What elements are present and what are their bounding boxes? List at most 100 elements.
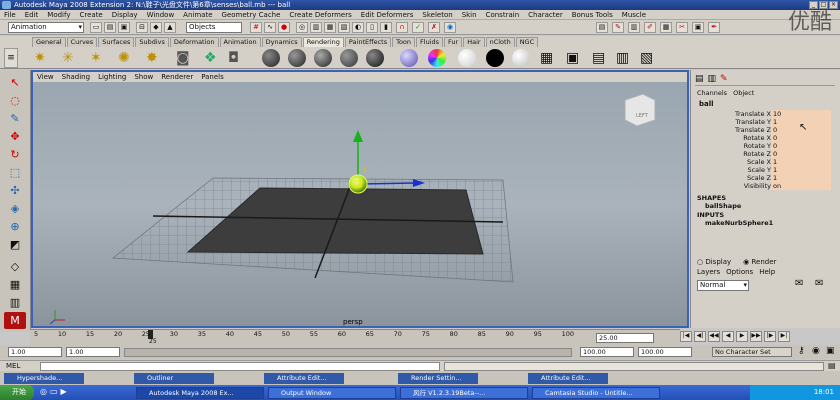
- attr-row-translate-y[interactable]: Translate Y1: [699, 118, 833, 126]
- menu-display[interactable]: Display: [112, 10, 138, 20]
- layer-blend-select[interactable]: Normal ▾: [697, 280, 749, 291]
- attr-value[interactable]: 1: [771, 174, 831, 182]
- anisotropic-shader-icon[interactable]: [366, 49, 384, 67]
- taskbar-camtasia[interactable]: Camtasia Studio - Untitle...: [532, 387, 660, 399]
- menu-character[interactable]: Character: [528, 10, 563, 20]
- layered-shader-icon[interactable]: [400, 49, 418, 67]
- play-backwards-button[interactable]: ◀: [722, 331, 734, 342]
- menu-create[interactable]: Create: [79, 10, 102, 20]
- selection-mask-field[interactable]: Objects: [186, 22, 242, 33]
- menu-skin[interactable]: Skin: [462, 10, 477, 20]
- camera-icon[interactable]: ◙: [176, 50, 190, 66]
- menu-animate[interactable]: Animate: [183, 10, 212, 20]
- minimized-attribute-editor-2[interactable]: Attribute Edit...: [528, 373, 608, 384]
- blinn-shader-icon[interactable]: [288, 49, 306, 67]
- menu-create-deformers[interactable]: Create Deformers: [289, 10, 351, 20]
- ball-sphere[interactable]: [348, 174, 368, 194]
- hypershade-icon[interactable]: ◐: [352, 22, 364, 33]
- render-globals-icon[interactable]: ▧: [640, 50, 653, 66]
- tab-general[interactable]: General: [32, 36, 66, 47]
- last-tool-icon[interactable]: ◩: [4, 236, 26, 253]
- help-menu[interactable]: Help: [759, 268, 775, 276]
- outliner-toggle-icon[interactable]: ▦: [660, 22, 672, 33]
- show-manipulator-icon[interactable]: ⊕: [4, 218, 26, 235]
- shelf-menu-icon[interactable]: ≡: [4, 48, 18, 68]
- attr-row-translate-z[interactable]: Translate Z0: [699, 126, 833, 134]
- tab-surfaces[interactable]: Surfaces: [98, 36, 135, 47]
- menu-constrain[interactable]: Constrain: [486, 10, 520, 20]
- panel-menu-show[interactable]: Show: [134, 72, 153, 82]
- menu-window[interactable]: Window: [147, 10, 175, 20]
- paint-icon[interactable]: ✎: [612, 22, 624, 33]
- attr-value[interactable]: 0: [771, 150, 831, 158]
- ipr-icon[interactable]: ▤: [592, 50, 605, 66]
- surface-shader-icon[interactable]: [458, 49, 476, 67]
- attribute-editor-icon[interactable]: ▯: [366, 22, 378, 33]
- panel-menu-shading[interactable]: Shading: [62, 72, 90, 82]
- select-tool-icon[interactable]: ↖: [4, 74, 26, 91]
- new-scene-icon[interactable]: ▭: [90, 22, 102, 33]
- layout-single-icon[interactable]: ◇: [4, 258, 26, 275]
- go-to-end-button[interactable]: ▶|: [778, 331, 790, 342]
- minimized-hypershade[interactable]: Hypershade...: [4, 373, 84, 384]
- attr-row-translate-x[interactable]: Translate X 10: [699, 110, 833, 118]
- use-background-icon[interactable]: [486, 49, 504, 67]
- attr-row-scale-z[interactable]: Scale Z1: [699, 174, 833, 182]
- open-scene-icon[interactable]: ▤: [104, 22, 116, 33]
- tab-dynamics[interactable]: Dynamics: [261, 36, 302, 47]
- batch-render-icon[interactable]: ▥: [616, 50, 629, 66]
- attr-value[interactable]: 0: [771, 134, 831, 142]
- play-forwards-button[interactable]: ▶: [736, 331, 748, 342]
- phong-shader-icon[interactable]: [314, 49, 332, 67]
- display-layer-radio[interactable]: ○ Display: [697, 258, 731, 266]
- media-icon[interactable]: ▶: [61, 387, 67, 396]
- attr-row-visibility[interactable]: Visibility on: [699, 182, 833, 190]
- tab-painteffects[interactable]: PaintEffects: [344, 36, 392, 47]
- target-icon[interactable]: ◉: [444, 22, 456, 33]
- layout-two-icon[interactable]: ▥: [4, 294, 26, 311]
- tab-subdivs[interactable]: Subdivs: [135, 36, 169, 47]
- menu-muscle[interactable]: Muscle: [622, 10, 646, 20]
- render-current-icon[interactable]: ▣: [566, 50, 579, 66]
- spot-light-icon[interactable]: ✷: [34, 50, 46, 66]
- ie-icon[interactable]: ◎: [40, 387, 47, 396]
- script-editor-icon[interactable]: ▤: [828, 361, 836, 370]
- ambient-light-icon[interactable]: ✺: [118, 50, 130, 66]
- tab-hair[interactable]: Hair: [463, 36, 485, 47]
- select-component-icon[interactable]: ▲: [164, 22, 176, 33]
- render-view-icon[interactable]: ▦: [540, 50, 553, 66]
- render-icon[interactable]: ▥: [310, 22, 322, 33]
- menu-file[interactable]: File: [4, 10, 16, 20]
- attr-row-rotate-y[interactable]: Rotate Y0: [699, 142, 833, 150]
- paint-select-tool-icon[interactable]: ✎: [4, 110, 26, 127]
- attr-row-rotate-z[interactable]: Rotate Z0: [699, 150, 833, 158]
- panel-menu-renderer[interactable]: Renderer: [161, 72, 193, 82]
- tab-curves[interactable]: Curves: [66, 36, 98, 47]
- channels-menu[interactable]: Channels: [697, 89, 727, 97]
- shape-node-name[interactable]: ballShape: [705, 202, 741, 210]
- preferences-icon[interactable]: ▣: [826, 346, 835, 356]
- view-cube[interactable]: [624, 93, 656, 127]
- viewport-3d[interactable]: LEFT persp: [33, 82, 687, 326]
- taskbar-output-window[interactable]: Output Window: [268, 387, 396, 399]
- key-icon[interactable]: ⚷: [798, 346, 805, 356]
- select-object-icon[interactable]: ◆: [150, 22, 162, 33]
- attr-row-scale-y[interactable]: Scale Y1: [699, 166, 833, 174]
- tab-toon[interactable]: Toon: [392, 36, 416, 47]
- attr-value[interactable]: 10: [771, 110, 831, 118]
- attr-row-scale-x[interactable]: Scale X1: [699, 158, 833, 166]
- attr-value[interactable]: 1: [771, 158, 831, 166]
- tab-fluids[interactable]: Fluids: [416, 36, 444, 47]
- menu-geometry-cache[interactable]: Geometry Cache: [222, 10, 281, 20]
- taskbar-maya[interactable]: Autodesk Maya 2008 Ex...: [136, 387, 264, 399]
- new-layer-selected-icon[interactable]: ✉: [815, 278, 823, 289]
- go-to-start-button[interactable]: |◀: [680, 331, 692, 342]
- tab-ngc[interactable]: NGC: [515, 36, 539, 47]
- camera-up-icon[interactable]: ◘: [228, 50, 239, 66]
- desktop-icon[interactable]: ▭: [50, 387, 58, 396]
- menu-modify[interactable]: Modify: [47, 10, 70, 20]
- menu-edit[interactable]: Edit: [25, 10, 39, 20]
- layers-menu[interactable]: Layers: [697, 268, 720, 276]
- phonge-shader-icon[interactable]: [340, 49, 358, 67]
- current-frame-field[interactable]: 25.00: [596, 333, 654, 343]
